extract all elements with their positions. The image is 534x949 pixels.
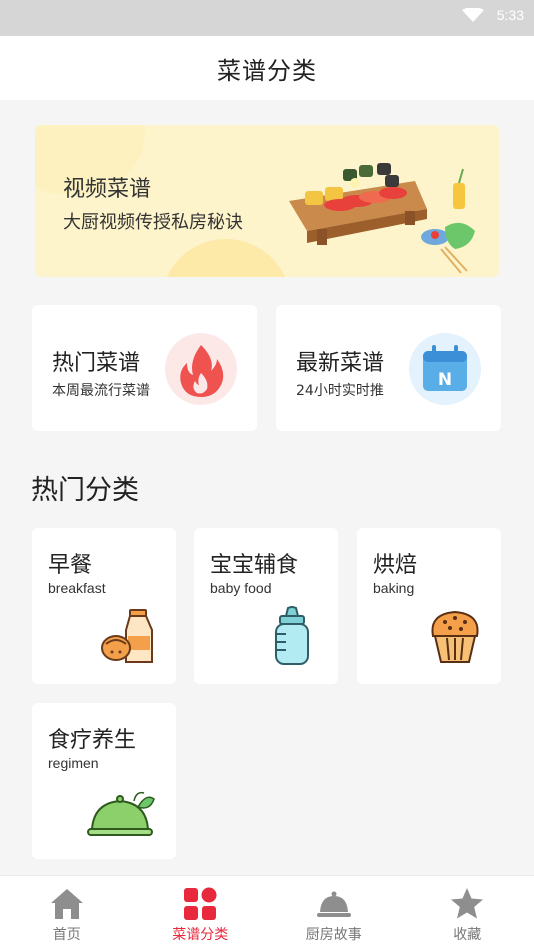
banner-title: 视频菜谱 xyxy=(63,177,152,202)
hot-recipes-subtitle: 本周最流行菜谱 xyxy=(52,383,150,399)
flame-icon xyxy=(165,333,237,405)
new-recipes-title: 最新菜谱 xyxy=(296,351,385,376)
tab-label: 首页 xyxy=(52,927,81,943)
app-header: 菜谱分类 xyxy=(0,36,534,100)
category-title: 早餐 xyxy=(48,553,93,578)
hot-recipes-title: 热门菜谱 xyxy=(52,351,141,376)
category-subtitle: breakfast xyxy=(48,580,106,596)
covered-dish-icon xyxy=(87,791,155,836)
grid-icon xyxy=(184,887,217,920)
tab-kitchen-stories[interactable]: 厨房故事 xyxy=(267,876,401,949)
category-baking[interactable]: 烘焙 baking xyxy=(357,528,501,684)
home-icon xyxy=(50,889,83,919)
milk-bread-icon xyxy=(101,609,153,663)
category-subtitle: regimen xyxy=(48,755,99,771)
new-recipes-card[interactable]: 最新菜谱 24小时实时推 N xyxy=(276,305,501,431)
category-title: 宝宝辅食 xyxy=(210,553,299,578)
svg-text:N: N xyxy=(438,370,452,390)
tab-favorites[interactable]: 收藏 xyxy=(401,876,534,949)
status-bar: 5:33 xyxy=(0,0,534,36)
hot-categories-heading: 热门分类 xyxy=(31,475,139,506)
wifi-icon xyxy=(462,8,484,22)
category-title: 食疗养生 xyxy=(48,728,137,753)
baby-bottle-icon xyxy=(275,606,309,665)
hot-recipes-card[interactable]: 热门菜谱 本周最流行菜谱 xyxy=(32,305,257,431)
category-subtitle: baking xyxy=(373,580,415,596)
tab-label: 厨房故事 xyxy=(305,927,362,943)
tab-home[interactable]: 首页 xyxy=(0,876,134,949)
video-recipe-banner[interactable]: 视频菜谱 大厨视频传授私房秘诀 xyxy=(35,125,499,277)
category-regimen[interactable]: 食疗养生 regimen xyxy=(32,703,176,859)
status-time: 5:33 xyxy=(496,7,524,23)
muffin-icon xyxy=(431,610,479,663)
tab-label: 菜谱分类 xyxy=(172,927,229,943)
star-icon xyxy=(451,888,484,919)
cloche-icon xyxy=(316,891,351,917)
category-breakfast[interactable]: 早餐 breakfast xyxy=(32,528,176,684)
page-title: 菜谱分类 xyxy=(217,56,317,85)
category-title: 烘焙 xyxy=(373,553,418,578)
category-subtitle: baby food xyxy=(210,580,272,596)
bottom-tab-bar: 首页 菜谱分类 厨房故事 收藏 xyxy=(0,875,534,949)
calendar-new-icon: N xyxy=(409,333,481,405)
tab-recipe-categories[interactable]: 菜谱分类 xyxy=(134,876,268,949)
tab-label: 收藏 xyxy=(453,927,482,943)
sushi-board-illustration xyxy=(289,163,475,274)
banner-subtitle: 大厨视频传授私房秘诀 xyxy=(63,212,243,233)
category-baby-food[interactable]: 宝宝辅食 baby food xyxy=(194,528,338,684)
new-recipes-subtitle: 24小时实时推 xyxy=(296,383,384,399)
